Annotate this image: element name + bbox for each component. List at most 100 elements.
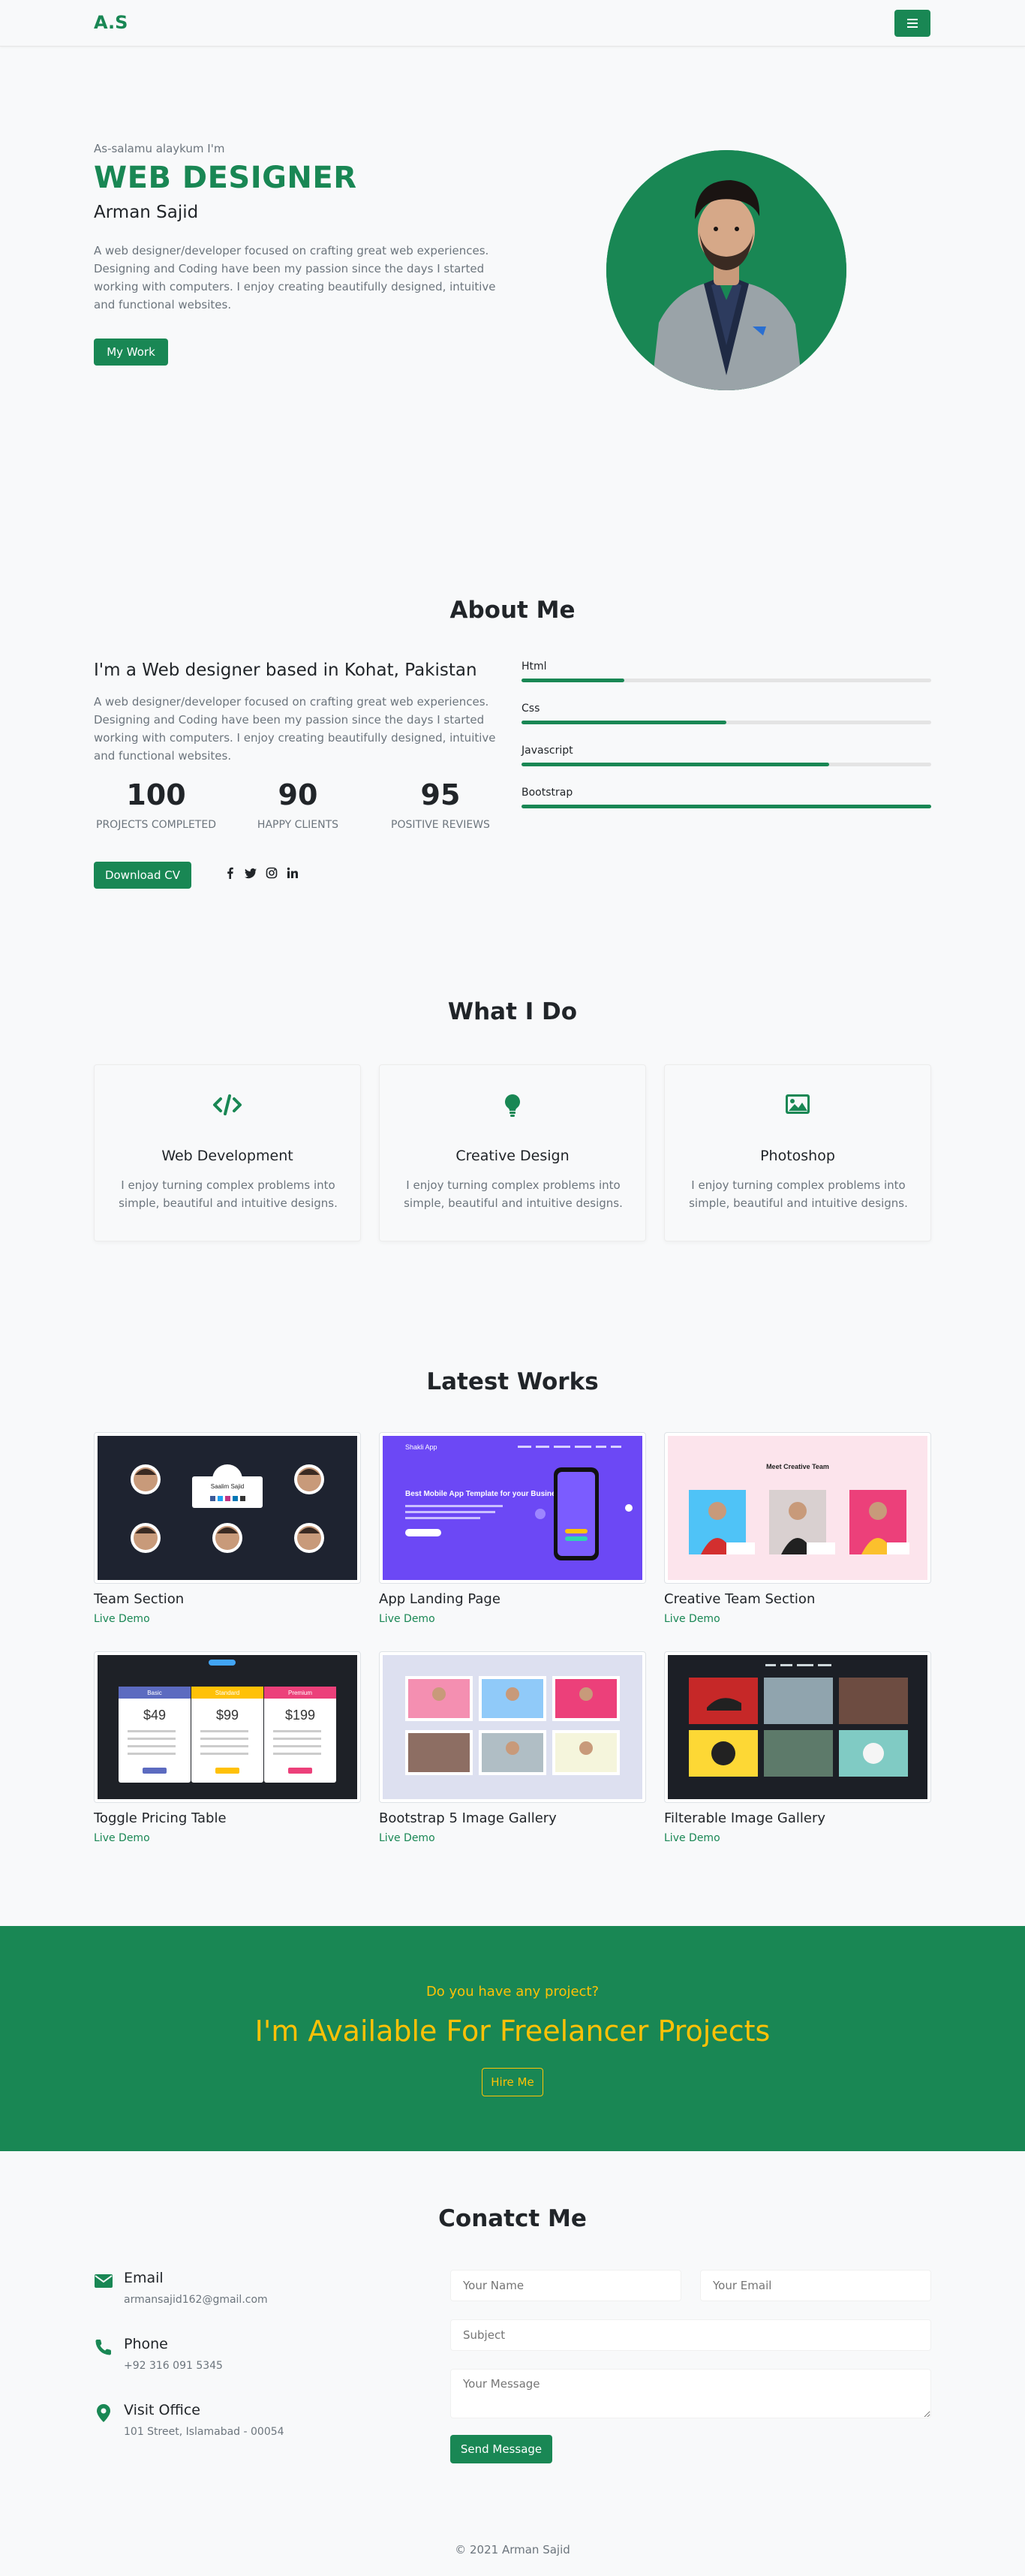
contact-label: Phone xyxy=(124,2336,168,2352)
work-title: App Landing Page xyxy=(379,1591,500,1607)
work-card: Shakli App Best Mobile App Template for … xyxy=(379,1432,646,1625)
email-input[interactable] xyxy=(700,2270,931,2301)
lightbulb-icon xyxy=(505,1094,520,1117)
work-thumbnail[interactable] xyxy=(664,1651,931,1803)
skill-label: Javascript xyxy=(522,745,573,757)
work-title: Creative Team Section xyxy=(664,1591,816,1607)
skill-bar xyxy=(522,679,624,682)
phone-icon xyxy=(95,2339,112,2355)
stat-label: POSITIVE REVIEWS xyxy=(391,819,490,831)
skill-html: Html xyxy=(522,661,931,682)
pricing-price: $49 xyxy=(143,1708,166,1723)
image-icon xyxy=(786,1094,810,1114)
cta-subtitle: Do you have any project? xyxy=(425,1984,600,2000)
work-card: Saalim Sajid Team Section Live Demo xyxy=(94,1432,361,1625)
hero-name: Arman Sajid xyxy=(94,203,199,222)
stat-value: 95 xyxy=(420,778,461,811)
hamburger-icon xyxy=(907,19,918,28)
pricing-plan: Premium xyxy=(288,1690,312,1696)
download-cv-button[interactable]: Download CV xyxy=(94,862,191,889)
app-brand: Shakli App xyxy=(405,1443,437,1451)
stat-value: 100 xyxy=(126,778,186,811)
contact-label: Visit Office xyxy=(124,2402,200,2418)
linkedin-icon[interactable] xyxy=(287,867,298,879)
service-card: Web Development I enjoy turning complex … xyxy=(94,1064,361,1241)
hero-description: A web designer/developer focused on craf… xyxy=(94,244,496,311)
works-section-title: Latest Works xyxy=(426,1368,599,1395)
contact-value: +92 316 091 5345 xyxy=(124,2360,223,2372)
skill-bar xyxy=(522,721,726,724)
services-section-title: What I Do xyxy=(447,998,578,1025)
creative-heading: Meet Creative Team xyxy=(766,1463,829,1470)
service-description: I enjoy turning complex problems into si… xyxy=(119,1178,338,1210)
name-input[interactable] xyxy=(450,2270,681,2301)
live-demo-link[interactable]: Live Demo xyxy=(94,1832,361,1844)
app-heading: Best Mobile App Template for your Busine… xyxy=(405,1490,564,1498)
hire-me-button[interactable]: Hire Me xyxy=(482,2068,543,2096)
skill-label: Bootstrap xyxy=(522,787,573,799)
twitter-icon[interactable] xyxy=(245,867,257,879)
stat-label: HAPPY CLIENTS xyxy=(257,819,339,831)
skill-track xyxy=(522,805,931,808)
live-demo-link[interactable]: Live Demo xyxy=(664,1832,931,1844)
message-textarea[interactable] xyxy=(450,2369,931,2418)
service-card: Photoshop I enjoy turning complex proble… xyxy=(664,1064,931,1241)
hero-title: WEB DESIGNER xyxy=(94,161,357,195)
live-demo-link[interactable]: Live Demo xyxy=(379,1832,646,1844)
contact-value: 101 Street, Islamabad - 00054 xyxy=(124,2426,284,2438)
skill-track xyxy=(522,721,931,724)
work-thumbnail[interactable]: Basic Standard Premium $49 $99 $199 xyxy=(94,1651,361,1803)
live-demo-link[interactable]: Live Demo xyxy=(94,1613,361,1625)
work-thumbnail[interactable] xyxy=(379,1651,646,1803)
skill-css: Css xyxy=(522,703,931,724)
work-card: Bootstrap 5 Image Gallery Live Demo xyxy=(379,1651,646,1844)
contact-section-title: Conatct Me xyxy=(438,2205,587,2232)
stat-projects: 100 PROJECTS COMPLETED xyxy=(94,778,218,831)
hero-greeting: As-salamu alaykum I'm xyxy=(94,142,225,155)
work-title: Toggle Pricing Table xyxy=(94,1810,227,1826)
work-thumbnail[interactable]: Shakli App Best Mobile App Template for … xyxy=(379,1432,646,1584)
freelance-cta-section: Do you have any project? I'm Available F… xyxy=(0,1926,1025,2151)
work-thumbnail[interactable]: Saalim Sajid xyxy=(94,1432,361,1584)
subject-input[interactable] xyxy=(450,2319,931,2351)
about-description: A web designer/developer focused on craf… xyxy=(94,695,496,763)
navbar-toggle-button[interactable] xyxy=(894,10,930,37)
work-card: Meet Creative Team Creative Team Section… xyxy=(664,1432,931,1625)
profile-photo xyxy=(606,150,846,390)
my-work-button[interactable]: My Work xyxy=(94,339,168,366)
instagram-icon[interactable] xyxy=(266,867,278,879)
work-card: Basic Standard Premium $49 $99 $199 Togg… xyxy=(94,1651,361,1844)
map-marker-icon xyxy=(97,2404,110,2422)
brand-logo[interactable]: A.S xyxy=(94,12,128,33)
envelope-icon xyxy=(95,2274,113,2288)
about-section-title: About Me xyxy=(449,597,576,624)
send-message-button[interactable]: Send Message xyxy=(450,2435,552,2463)
service-card: Creative Design I enjoy turning complex … xyxy=(379,1064,646,1241)
work-card: Filterable Image Gallery Live Demo xyxy=(664,1651,931,1844)
contact-label: Email xyxy=(124,2270,164,2286)
contact-value: armansajid162@gmail.com xyxy=(124,2294,268,2306)
cta-title: I'm Available For Freelancer Projects xyxy=(254,2015,771,2048)
live-demo-link[interactable]: Live Demo xyxy=(664,1613,931,1625)
stat-reviews: 95 POSITIVE REVIEWS xyxy=(378,778,503,831)
service-title: Photoshop xyxy=(760,1148,835,1164)
team-popup-name: Saalim Sajid xyxy=(211,1483,244,1490)
service-description: I enjoy turning complex problems into si… xyxy=(404,1178,623,1210)
live-demo-link[interactable]: Live Demo xyxy=(379,1613,646,1625)
about-heading: I'm a Web designer based in Kohat, Pakis… xyxy=(94,661,477,680)
stat-value: 90 xyxy=(278,778,318,811)
pricing-price: $199 xyxy=(285,1708,315,1723)
pricing-plan: Standard xyxy=(215,1690,239,1696)
stat-clients: 90 HAPPY CLIENTS xyxy=(236,778,360,831)
skill-track xyxy=(522,679,931,682)
skill-label: Html xyxy=(522,661,547,673)
facebook-icon[interactable] xyxy=(225,867,236,879)
social-links xyxy=(225,867,298,879)
work-thumbnail[interactable]: Meet Creative Team xyxy=(664,1432,931,1584)
skill-bootstrap: Bootstrap xyxy=(522,787,931,808)
stat-label: PROJECTS COMPLETED xyxy=(96,819,216,831)
footer-copyright: © 2021 Arman Sajid xyxy=(455,2543,570,2556)
service-description: I enjoy turning complex problems into si… xyxy=(689,1178,908,1210)
work-title: Filterable Image Gallery xyxy=(664,1810,826,1826)
pricing-price: $99 xyxy=(216,1708,239,1723)
